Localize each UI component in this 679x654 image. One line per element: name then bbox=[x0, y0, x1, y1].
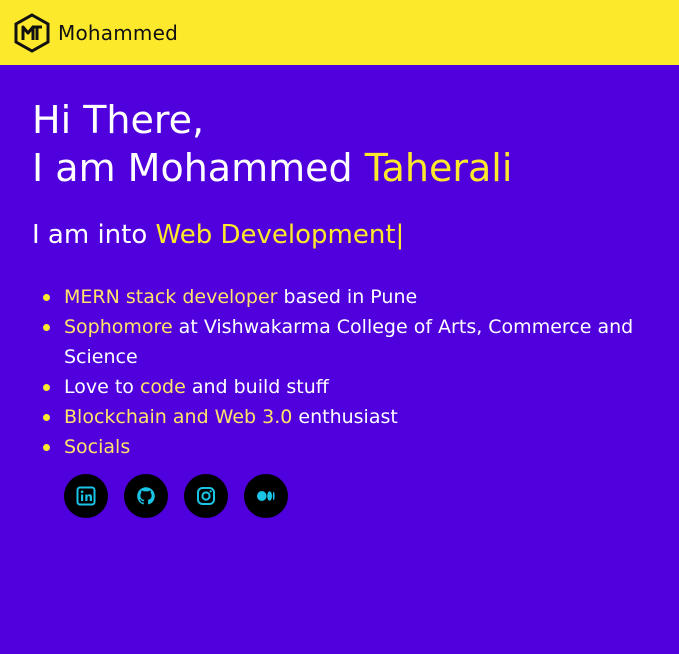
github-button[interactable] bbox=[124, 474, 168, 518]
brand-name[interactable]: Mohammed bbox=[58, 21, 178, 45]
list-item: Blockchain and Web 3.0 enthusiast bbox=[32, 402, 659, 432]
typing-subtitle: I am into Web Development| bbox=[32, 218, 659, 252]
mt-monogram-icon[interactable] bbox=[12, 12, 52, 53]
page: Mohammed Hi There, I am Mohammed Taheral… bbox=[0, 0, 679, 654]
linkedin-icon bbox=[76, 486, 96, 506]
about-list: MERN stack developer based in Pune Sopho… bbox=[32, 282, 659, 462]
list-item: Sophomore at Vishwakarma College of Arts… bbox=[32, 312, 659, 372]
subtitle-highlight: Web Development bbox=[155, 220, 396, 250]
navbar: Mohammed bbox=[0, 0, 679, 65]
greeting-line-2-prefix: I am Mohammed bbox=[32, 146, 365, 190]
list-item-highlight: MERN stack developer bbox=[64, 286, 278, 308]
list-item: Socials bbox=[32, 432, 659, 462]
greeting-name-highlight: Taherali bbox=[364, 146, 513, 190]
social-links bbox=[64, 474, 659, 518]
list-item-text: enthusiast bbox=[292, 406, 398, 428]
medium-button[interactable] bbox=[244, 474, 288, 518]
list-item-text: and build stuff bbox=[185, 376, 329, 398]
github-icon bbox=[137, 487, 155, 505]
linkedin-button[interactable] bbox=[64, 474, 108, 518]
list-item: MERN stack developer based in Pune bbox=[32, 282, 659, 312]
medium-icon bbox=[257, 491, 275, 501]
list-item-prefix: Love to bbox=[64, 376, 140, 398]
instagram-button[interactable] bbox=[184, 474, 228, 518]
socials-label: Socials bbox=[64, 436, 131, 458]
list-item-text: based in Pune bbox=[277, 286, 418, 308]
list-item: Love to code and build stuff bbox=[32, 372, 659, 402]
hero-section: Hi There, I am Mohammed Taherali I am in… bbox=[32, 96, 659, 518]
typing-cursor: | bbox=[395, 220, 405, 250]
list-item-highlight: code bbox=[139, 376, 186, 398]
greeting-heading: Hi There, I am Mohammed Taherali bbox=[32, 96, 659, 192]
subtitle-prefix: I am into bbox=[32, 220, 156, 250]
greeting-line-1: Hi There, bbox=[32, 98, 205, 142]
list-item-highlight: Blockchain and Web 3.0 bbox=[64, 406, 293, 428]
list-item-highlight: Sophomore bbox=[64, 316, 173, 338]
instagram-icon bbox=[197, 487, 215, 505]
